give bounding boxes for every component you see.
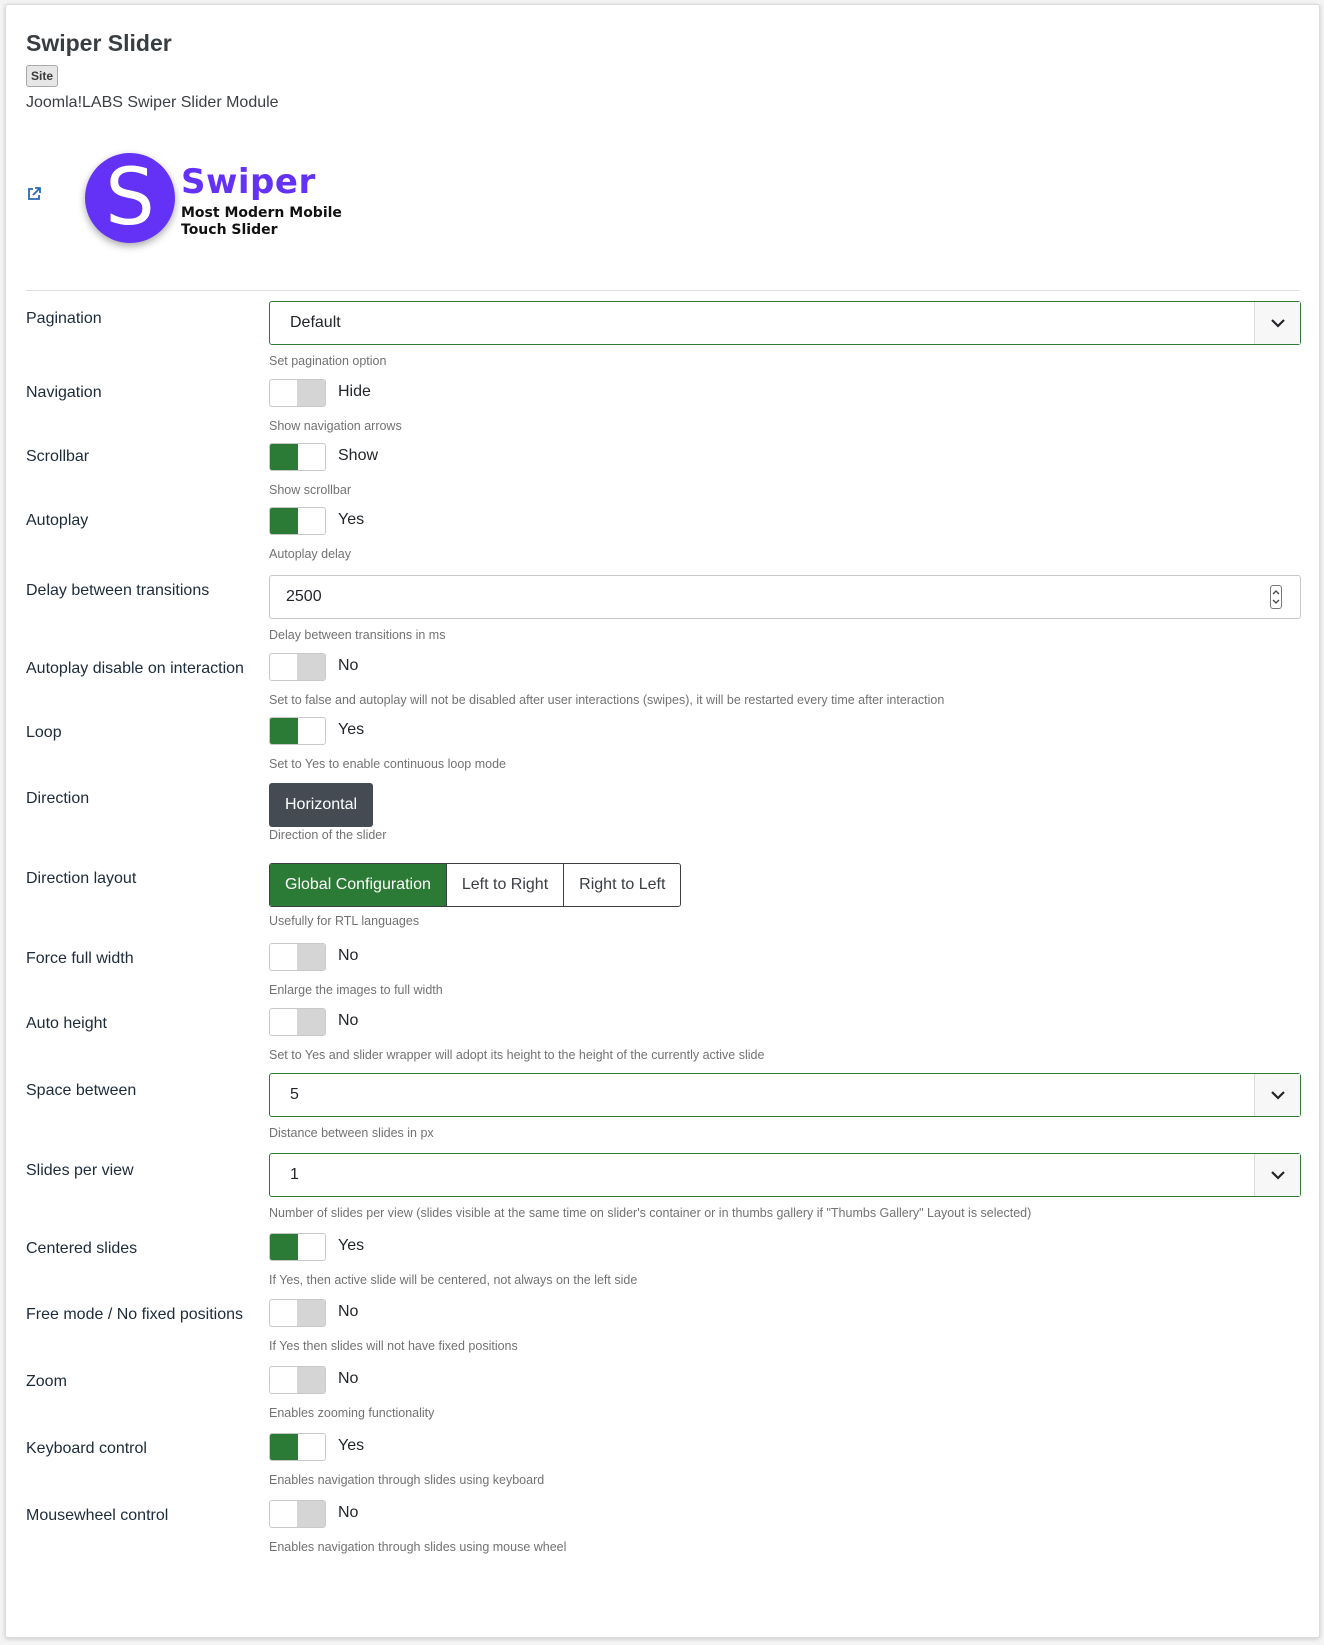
field-help: Enables zooming functionality (269, 1406, 435, 1420)
chevron-down-icon[interactable] (1254, 302, 1300, 344)
toggle-state: Yes (338, 1437, 365, 1454)
field-label: Keyboard control (26, 1440, 147, 1457)
loop-toggle[interactable] (269, 717, 326, 745)
toggle-state: No (338, 1504, 359, 1521)
field-label: Scrollbar (26, 448, 90, 465)
option-right-to-left[interactable]: Right to Left (563, 864, 681, 906)
field-label: Mousewheel control (26, 1507, 169, 1524)
select-value: 1 (290, 1166, 299, 1183)
module-card: Swiper Slider Site Joomla!LABS Swiper Sl… (5, 4, 1320, 1638)
chevron-down-icon[interactable] (1254, 1074, 1300, 1116)
number-spinner-icon[interactable] (1270, 585, 1282, 609)
direction-layout-group: Global Configuration Left to Right Right… (269, 863, 682, 907)
field-label: Space between (26, 1082, 137, 1099)
toggle-state: Show (338, 447, 379, 464)
logo-tagline: Most Modern Mobile Touch Slider (181, 205, 342, 238)
space-between-select[interactable]: 5 (269, 1073, 1301, 1117)
field-label: Autoplay disable on interaction (26, 660, 244, 677)
keyboard-toggle[interactable] (269, 1433, 326, 1461)
input-value: 2500 (286, 588, 322, 605)
force-full-width-toggle[interactable] (269, 943, 326, 971)
field-label: Navigation (26, 384, 102, 401)
scrollbar-toggle[interactable] (269, 443, 326, 471)
toggle-state: Yes (338, 721, 365, 738)
centered-slides-toggle[interactable] (269, 1233, 326, 1261)
field-help: If Yes, then active slide will be center… (269, 1273, 638, 1287)
toggle-state: No (338, 1012, 359, 1029)
auto-height-toggle[interactable] (269, 1008, 326, 1036)
option-left-to-right[interactable]: Left to Right (445, 864, 564, 906)
logo-wordmark: Swiper (181, 162, 316, 202)
swiper-logo-icon: S (85, 153, 175, 243)
field-help: Set pagination option (269, 354, 387, 368)
field-help: Set to Yes and slider wrapper will adopt… (269, 1048, 765, 1062)
pagination-select[interactable]: Default (269, 301, 1301, 345)
external-link-icon[interactable] (26, 186, 42, 202)
module-description: Joomla!LABS Swiper Slider Module (26, 94, 279, 111)
field-label: Autoplay (26, 512, 89, 529)
field-label: Delay between transitions (26, 582, 210, 599)
chevron-down-icon[interactable] (1254, 1154, 1300, 1196)
field-label: Direction (26, 790, 90, 807)
mousewheel-toggle[interactable] (269, 1500, 326, 1528)
option-global-configuration[interactable]: Global Configuration (270, 864, 446, 906)
field-help: Distance between slides in px (269, 1126, 434, 1140)
site-badge: Site (26, 65, 59, 87)
field-help: Number of slides per view (slides visibl… (269, 1206, 1032, 1220)
field-help: Delay between transitions in ms (269, 628, 446, 642)
field-label: Auto height (26, 1015, 107, 1032)
field-help: Set to false and autoplay will not be di… (269, 693, 945, 707)
direction-horizontal-button[interactable]: Horizontal (269, 783, 374, 827)
free-mode-toggle[interactable] (269, 1299, 326, 1327)
module-title: Swiper Slider (26, 30, 172, 56)
field-help: Enables navigation through slides using … (269, 1473, 545, 1487)
module-logo-area: S Swiper Most Modern Mobile Touch Slider (6, 113, 1319, 283)
field-label: Zoom (26, 1373, 67, 1390)
field-help: Show scrollbar (269, 483, 351, 497)
autoplay-disable-toggle[interactable] (269, 653, 326, 681)
field-help: Enlarge the images to full width (269, 983, 443, 997)
field-label: Direction layout (26, 870, 137, 887)
toggle-state: No (338, 1370, 359, 1387)
field-label: Slides per view (26, 1162, 134, 1179)
select-value: Default (290, 314, 341, 331)
field-help: Direction of the slider (269, 828, 387, 842)
select-value: 5 (290, 1086, 299, 1103)
toggle-state: No (338, 1303, 359, 1320)
zoom-toggle[interactable] (269, 1366, 326, 1394)
field-label: Loop (26, 724, 62, 741)
field-help: Set to Yes to enable continuous loop mod… (269, 757, 506, 771)
field-label: Free mode / No fixed positions (26, 1306, 243, 1323)
field-label: Force full width (26, 950, 134, 967)
field-label: Centered slides (26, 1240, 138, 1257)
field-label: Pagination (26, 310, 102, 327)
toggle-state: No (338, 947, 359, 964)
field-help: Autoplay delay (269, 547, 352, 561)
toggle-state: Yes (338, 1237, 365, 1254)
field-help: Show navigation arrows (269, 419, 402, 433)
field-help: Enables navigation through slides using … (269, 1540, 567, 1554)
navigation-toggle[interactable] (269, 379, 326, 407)
field-help: Usefully for RTL languages (269, 914, 420, 928)
delay-input[interactable]: 2500 (269, 575, 1301, 619)
toggle-state: Yes (338, 511, 365, 528)
autoplay-toggle[interactable] (269, 507, 326, 535)
toggle-state: No (338, 657, 359, 674)
toggle-state: Hide (338, 383, 371, 400)
field-help: If Yes then slides will not have fixed p… (269, 1339, 518, 1353)
divider (26, 290, 1299, 291)
slides-per-view-select[interactable]: 1 (269, 1153, 1301, 1197)
